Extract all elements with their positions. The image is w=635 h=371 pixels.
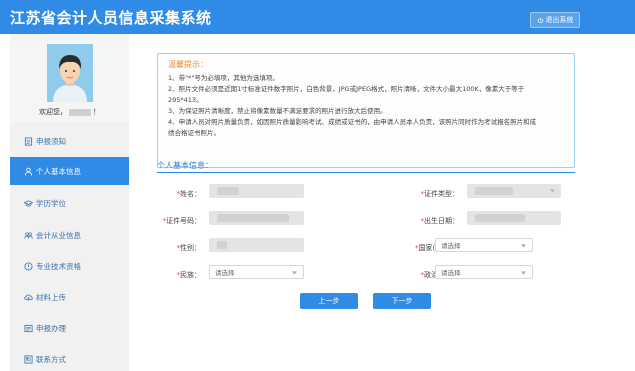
- masked-value: [475, 187, 513, 195]
- badge-icon: [24, 261, 33, 271]
- ethnicity-select[interactable]: 请选择: [209, 265, 304, 279]
- sidebar: 欢迎您， ！ 申报须知 个人基本信息 学历学位 会计从业信息 专业技术资格 材料上…: [10, 34, 129, 371]
- people-icon: [24, 231, 33, 239]
- notice-item: 1、带"*"号为必填项，其他为选填项。: [168, 74, 279, 82]
- chevron-down-icon: [521, 271, 526, 275]
- chevron-down-icon: [292, 271, 297, 275]
- sidebar-item-application-processing[interactable]: 申报办理: [10, 314, 129, 342]
- power-icon: [537, 17, 543, 23]
- id-number-label: *证件号码：: [131, 216, 202, 226]
- birth-date-label: *出生日期：: [389, 216, 460, 226]
- select-placeholder: 请选择: [441, 269, 461, 277]
- logout-label: 退出系统: [545, 16, 574, 24]
- form-icon: [24, 324, 33, 332]
- avatar-illustration: [47, 44, 93, 102]
- person-icon: [24, 167, 33, 175]
- sidebar-item-professional-qualification[interactable]: 专业技术资格: [10, 252, 129, 280]
- label-text: 出生日期：: [424, 217, 459, 225]
- app-title: 江苏省会计人员信息采集系统: [10, 9, 212, 27]
- country-select[interactable]: 请选择: [435, 238, 533, 252]
- sidebar-item-label: 材料上传: [36, 292, 66, 302]
- previous-step-button[interactable]: 上一步: [300, 293, 358, 309]
- label-text: 民族：: [180, 271, 201, 279]
- name-label: *姓名：: [131, 189, 202, 199]
- avatar: [47, 44, 93, 102]
- chevron-down-icon: [550, 189, 555, 193]
- id-type-label: *证件类型：: [389, 189, 460, 199]
- name-field[interactable]: [209, 184, 304, 198]
- document-icon: [24, 136, 33, 146]
- sidebar-item-label: 学历学位: [36, 198, 66, 208]
- sidebar-item-contact[interactable]: 联系方式: [10, 345, 129, 371]
- sidebar-item-label: 联系方式: [36, 354, 66, 364]
- id-number-field[interactable]: [209, 211, 304, 225]
- sidebar-item-personal-info[interactable]: 个人基本信息: [10, 157, 129, 185]
- birth-date-field[interactable]: [467, 211, 561, 225]
- top-header-bar: 江苏省会计人员信息采集系统 退出系统: [0, 0, 635, 34]
- next-step-button[interactable]: 下一步: [373, 293, 431, 309]
- notice-item: 295*413。: [168, 96, 203, 104]
- logout-button[interactable]: 退出系统: [530, 12, 580, 28]
- select-placeholder: 请选择: [441, 242, 461, 250]
- sidebar-item-label: 申报须知: [36, 136, 66, 146]
- cloud-upload-icon: [24, 294, 33, 301]
- sidebar-item-education[interactable]: 学历学位: [10, 189, 129, 217]
- notice-list: 1、带"*"号为必填项，其他为选填项。 2、照片文件必须是近期1寸标准证件数字照…: [168, 73, 568, 139]
- label-text: 证件类型：: [424, 190, 459, 198]
- id-type-select[interactable]: [467, 184, 561, 198]
- profile-panel: 欢迎您， ！: [10, 34, 129, 122]
- notice-item: 3、为保证照片清晰度，禁止将像素数量不满足要求的照片进行放大后使用。: [168, 107, 387, 115]
- notice-item: 4、申请人员对照片质量负责，如因照片质量影响考试、成绩或证书的，由申请人员本人负…: [168, 118, 537, 126]
- masked-value: [217, 214, 289, 222]
- select-placeholder: 请选择: [215, 269, 235, 277]
- notice-item: 2、照片文件必须是近期1寸标准证件数字照片，白色背景，JPG或JPEG格式，照片…: [168, 85, 525, 93]
- welcome-label: 欢迎您，: [39, 108, 67, 116]
- masked-value: [475, 214, 525, 222]
- sidebar-item-application-notice[interactable]: 申报须知: [10, 127, 129, 155]
- sidebar-item-label: 申报办理: [36, 323, 66, 333]
- notice-box: 温馨提示： 1、带"*"号为必填项，其他为选填项。 2、照片文件必须是近期1寸标…: [157, 53, 575, 168]
- welcome-suffix: ！: [93, 108, 100, 116]
- sidebar-item-accounting-practice[interactable]: 会计从业信息: [10, 221, 129, 249]
- notice-title: 温馨提示：: [168, 60, 208, 69]
- contact-card-icon: [24, 354, 33, 364]
- label-text: 性别：: [180, 244, 201, 252]
- welcome-text: 欢迎您， ！: [10, 107, 129, 117]
- ethnicity-label: *民族：: [131, 270, 202, 280]
- label-text: 姓名：: [180, 190, 201, 198]
- sidebar-item-label: 专业技术资格: [36, 261, 81, 271]
- sidebar-item-label: 个人基本信息: [36, 166, 81, 176]
- section-divider: [157, 172, 575, 173]
- gender-field[interactable]: [209, 238, 304, 252]
- notice-item: 绩合格证书照片。: [168, 129, 220, 137]
- sidebar-item-upload-materials[interactable]: 材料上传: [10, 283, 129, 311]
- graduation-cap-icon: [24, 199, 33, 206]
- label-text: 证件号码：: [166, 217, 201, 225]
- main-content: 温馨提示： 1、带"*"号为必填项，其他为选填项。 2、照片文件必须是近期1寸标…: [129, 34, 635, 371]
- section-title: 个人基本信息：: [157, 161, 213, 170]
- masked-value: [217, 187, 239, 195]
- masked-value: [217, 241, 227, 249]
- gender-label: *性别：: [131, 243, 202, 253]
- political-status-select[interactable]: 请选择: [435, 265, 533, 279]
- sidebar-item-label: 会计从业信息: [36, 230, 81, 240]
- masked-username: [69, 108, 91, 116]
- chevron-down-icon: [521, 244, 526, 248]
